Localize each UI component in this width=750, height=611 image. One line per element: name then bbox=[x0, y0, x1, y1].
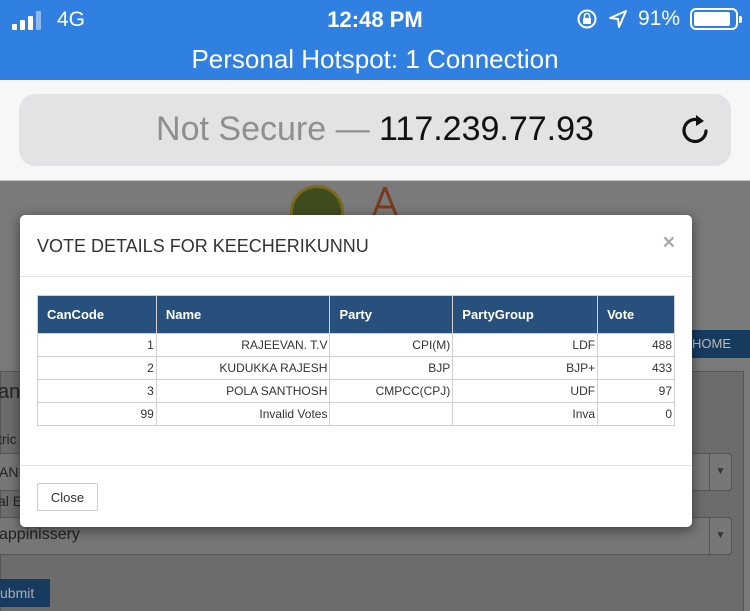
url-display[interactable]: Not Secure — 117.239.77.93 bbox=[19, 110, 731, 149]
cell-cancode: 2 bbox=[37, 356, 157, 380]
cell-vote: 433 bbox=[597, 356, 675, 380]
table-row: 2 KUDUKKA RAJESH BJP BJP+ 433 bbox=[37, 356, 675, 380]
chevron-down-icon: ▼ bbox=[709, 518, 731, 554]
cell-cancode: 1 bbox=[37, 333, 157, 357]
modal-body: CanCode Name Party PartyGroup Vote 1 RAJ… bbox=[37, 295, 675, 426]
column-header-cancode: CanCode bbox=[37, 295, 157, 334]
cell-party: CMPCC(CPJ) bbox=[329, 379, 454, 403]
modal-footer: Close bbox=[20, 465, 692, 527]
location-arrow-icon bbox=[608, 10, 627, 28]
column-header-partygroup: PartyGroup bbox=[452, 295, 599, 334]
cell-vote: 0 bbox=[597, 402, 675, 426]
modal-header: VOTE DETAILS FOR KEECHERIKUNNU × bbox=[20, 215, 692, 277]
column-header-name: Name bbox=[155, 295, 331, 334]
cell-cancode: 99 bbox=[37, 402, 157, 426]
table-row: 99 Invalid Votes Inva 0 bbox=[37, 402, 675, 426]
table-row: 3 POLA SANTHOSH CMPCC(CPJ) UDF 97 bbox=[37, 379, 675, 403]
cell-partygroup: BJP+ bbox=[452, 356, 599, 380]
cell-vote: 488 bbox=[597, 333, 675, 357]
district-value: ANI bbox=[0, 464, 23, 480]
orientation-lock-icon bbox=[577, 9, 597, 29]
cell-party: CPI(M) bbox=[329, 333, 454, 357]
cell-vote: 97 bbox=[597, 379, 675, 403]
cell-cancode: 3 bbox=[37, 379, 157, 403]
vote-table: CanCode Name Party PartyGroup Vote 1 RAJ… bbox=[37, 295, 675, 426]
reload-icon[interactable] bbox=[677, 112, 713, 148]
panel-heading: an bbox=[0, 381, 21, 403]
district-label: tric bbox=[0, 431, 17, 447]
cell-party bbox=[329, 402, 454, 426]
cell-name: RAJEEVAN. T.V bbox=[155, 333, 331, 357]
address-bar[interactable]: Not Secure — 117.239.77.93 bbox=[19, 94, 731, 166]
close-button[interactable]: Close bbox=[37, 483, 98, 511]
battery-icon bbox=[690, 8, 742, 30]
column-header-party: Party bbox=[329, 295, 454, 334]
cell-name: POLA SANTHOSH bbox=[155, 379, 331, 403]
url-host: 117.239.77.93 bbox=[379, 110, 594, 148]
cell-partygroup: Inva bbox=[452, 402, 599, 426]
hotspot-banner[interactable]: Personal Hotspot: 1 Connection bbox=[0, 40, 750, 80]
vote-details-modal: VOTE DETAILS FOR KEECHERIKUNNU × CanCode… bbox=[20, 215, 692, 527]
not-secure-label: Not Secure — bbox=[156, 110, 380, 148]
table-header-row: CanCode Name Party PartyGroup Vote bbox=[37, 295, 675, 334]
local-body-value: appinissery bbox=[0, 526, 80, 543]
submit-button[interactable]: ubmit bbox=[0, 579, 50, 607]
local-body-label: al E bbox=[0, 493, 23, 509]
battery-percent: 91% bbox=[637, 7, 680, 30]
cell-partygroup: UDF bbox=[452, 379, 599, 403]
cell-party: BJP bbox=[329, 356, 454, 380]
cell-name: KUDUKKA RAJESH bbox=[155, 356, 331, 380]
modal-title: VOTE DETAILS FOR KEECHERIKUNNU bbox=[37, 236, 369, 256]
column-header-vote: Vote bbox=[597, 295, 675, 334]
status-bar: 4G 12:48 PM 91% bbox=[0, 0, 750, 40]
browser-toolbar: Not Secure — 117.239.77.93 bbox=[0, 80, 750, 181]
cell-name: Invalid Votes bbox=[155, 402, 331, 426]
table-row: 1 RAJEEVAN. T.V CPI(M) LDF 488 bbox=[37, 333, 675, 357]
chevron-down-icon: ▼ bbox=[709, 454, 731, 490]
close-icon[interactable]: × bbox=[663, 231, 675, 255]
cell-partygroup: LDF bbox=[452, 333, 599, 357]
